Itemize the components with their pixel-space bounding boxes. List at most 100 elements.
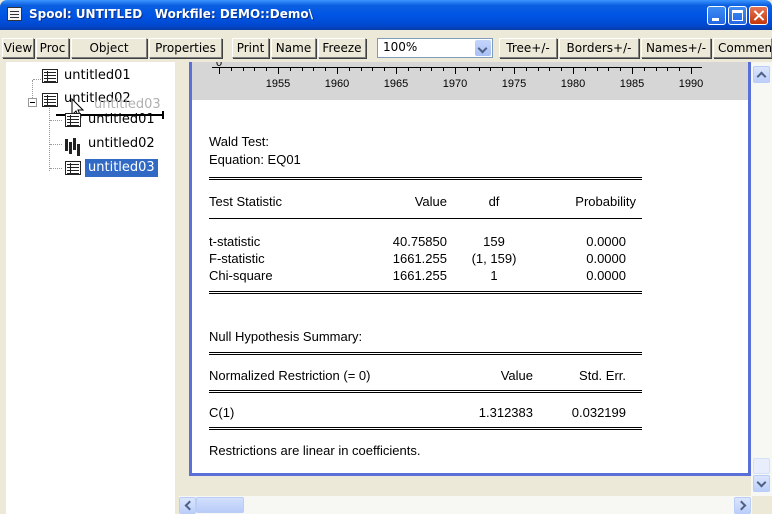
x-axis-tick: [242, 67, 244, 71]
borders-toggle-button[interactable]: Borders+/-: [559, 38, 639, 58]
horizontal-scrollbar[interactable]: [179, 496, 772, 514]
view-button[interactable]: View: [2, 38, 34, 58]
x-axis-tick: [620, 67, 622, 71]
spool-icon: [42, 93, 58, 107]
tree-connector: [49, 108, 51, 171]
row-c1-value: 1.312383: [478, 405, 533, 420]
x-axis-tick: [490, 67, 492, 71]
report-footer: Restrictions are linear in coefficients.: [209, 443, 421, 458]
x-axis-tick: [301, 67, 303, 71]
title-bar[interactable]: Spool: UNTITLED Workfile: DEMO::Demo\: [0, 0, 772, 30]
resize-grip-icon[interactable]: [752, 496, 772, 514]
proc-button[interactable]: Proc: [36, 38, 69, 58]
x-axis-tick: [372, 67, 374, 71]
close-button[interactable]: [749, 6, 768, 25]
spool-window: Spool: UNTITLED Workfile: DEMO::Demo\ Vi…: [0, 0, 772, 514]
x-axis-tick: [573, 67, 574, 74]
tree-item-untitled02-child[interactable]: untitled02: [88, 135, 155, 153]
properties-button[interactable]: Properties: [149, 38, 222, 58]
row-c1-label: C(1): [209, 405, 235, 420]
x-axis-tick: [691, 67, 692, 74]
row-f-statistic-value: 1661.255: [392, 251, 447, 266]
report-equation: Equation: EQ01: [209, 152, 301, 167]
row-chi-square-label: Chi-square: [209, 268, 273, 283]
header-null-value: Value: [500, 368, 533, 383]
scroll-right-arrow-icon[interactable]: [734, 497, 751, 514]
scroll-left-arrow-icon[interactable]: [179, 497, 196, 514]
tree-connector: [32, 80, 34, 100]
tree-item-untitled03-selected[interactable]: untitled03: [85, 159, 158, 177]
null-hypothesis-title: Null Hypothesis Summary:: [209, 329, 363, 344]
x-axis-tick: [289, 67, 291, 71]
table-frame[interactable]: 0 1955 1960 1965 1970 1975 1980 1985 1990 Wald …: [189, 62, 751, 476]
zoom-value: 100%: [383, 40, 418, 54]
tree-item-untitled01-child[interactable]: untitled01: [88, 111, 155, 129]
row-t-statistic-label: t-statistic: [209, 234, 261, 249]
object-button[interactable]: Object: [71, 38, 147, 58]
row-f-statistic-df: (1, 159): [471, 251, 517, 266]
x-axis-tick: [549, 67, 551, 71]
tree-toggle-button[interactable]: Tree+/-: [499, 38, 557, 58]
table-rule: [209, 177, 642, 180]
x-axis-tick: [632, 67, 633, 74]
table-icon: [42, 69, 58, 83]
x-axis-tick: [655, 67, 657, 71]
x-axis-tick: [537, 67, 539, 71]
row-t-statistic-prob: 0.0000: [586, 234, 626, 249]
row-c1-std-err: 0.032199: [571, 405, 626, 420]
window-title: Spool: UNTITLED Workfile: DEMO::Demo\: [29, 7, 313, 21]
scroll-up-arrow-icon[interactable]: [753, 66, 770, 83]
x-axis-tick: [313, 67, 315, 71]
x-axis-tick: [254, 67, 256, 71]
table-icon: [65, 113, 81, 127]
x-axis-tick-label: 1985: [619, 78, 645, 90]
x-axis-tick: [643, 67, 645, 71]
graph-strip: 0 1955 1960 1965 1970 1975 1980 1985 1990: [192, 62, 748, 100]
tree-pane[interactable]: [6, 62, 175, 514]
row-chi-square-value: 1661.255: [392, 268, 447, 283]
table-icon: [65, 161, 81, 175]
horizontal-scroll-thumb[interactable]: [196, 497, 244, 513]
collapse-icon[interactable]: [28, 98, 37, 107]
row-t-statistic-df: 159: [483, 234, 505, 249]
x-axis-tick: [337, 67, 338, 74]
print-button[interactable]: Print: [232, 38, 269, 58]
x-axis-tick-label: 1970: [442, 78, 468, 90]
x-axis-tick-label: 1980: [560, 78, 586, 90]
tree-connector: [50, 144, 62, 146]
x-axis-tick: [407, 67, 409, 71]
x-axis-line: [212, 67, 702, 68]
x-axis-tick: [384, 67, 386, 71]
minimize-button[interactable]: [707, 6, 726, 25]
names-toggle-button[interactable]: Names+/-: [641, 38, 711, 58]
x-axis-tick: [443, 67, 445, 71]
x-axis-tick: [348, 67, 350, 71]
scroll-thumb[interactable]: [753, 458, 770, 474]
row-t-statistic-value: 40.75850: [392, 234, 447, 249]
scroll-down-arrow-icon[interactable]: [753, 475, 770, 492]
x-axis-tick-label: 1955: [265, 78, 291, 90]
x-axis-tick: [608, 67, 610, 71]
x-axis-tick: [502, 67, 504, 71]
table-rule: [209, 291, 642, 294]
x-axis-tick: [278, 67, 279, 74]
x-axis-tick-label: 1990: [678, 78, 704, 90]
x-axis-tick: [455, 67, 456, 74]
chevron-down-icon[interactable]: [475, 40, 491, 56]
vertical-scrollbar[interactable]: [751, 62, 772, 496]
maximize-button[interactable]: [728, 6, 747, 25]
comments-toggle-button[interactable]: Comments: [713, 38, 772, 58]
spool-app-icon: [7, 7, 22, 21]
x-axis-tick-label: 1965: [383, 78, 409, 90]
name-button[interactable]: Name: [271, 38, 316, 58]
row-chi-square-prob: 0.0000: [586, 268, 626, 283]
tree-connector: [33, 79, 41, 81]
x-axis-tick: [431, 67, 433, 71]
x-axis-tick: [219, 67, 220, 74]
tree-item-untitled01[interactable]: untitled01: [64, 67, 131, 85]
table-rule: [209, 427, 642, 430]
header-normalized-restriction: Normalized Restriction (= 0): [209, 368, 371, 383]
zoom-select[interactable]: 100%: [377, 38, 493, 58]
header-df: df: [488, 194, 500, 209]
freeze-button[interactable]: Freeze: [318, 38, 366, 58]
